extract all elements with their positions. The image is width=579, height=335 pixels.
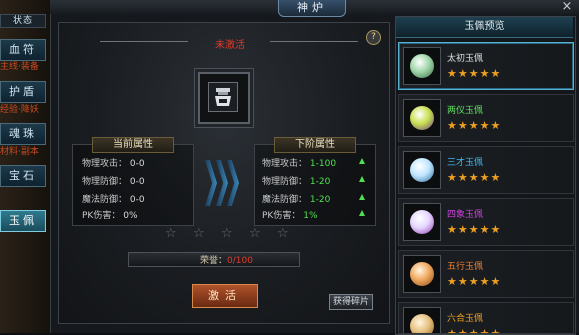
current-stat-row: 魔法防御： 0-0 — [82, 192, 145, 205]
pendant-name: 太初玉佩 — [447, 54, 484, 64]
pendant-item[interactable]: 六合玉佩 ★★★★★ — [398, 302, 574, 334]
window-title: 神炉 — [278, 0, 346, 17]
divider-left — [100, 41, 188, 42]
honor-value: 0/100 — [227, 256, 253, 266]
get-fragments-button[interactable]: 获得碎片 — [329, 294, 373, 310]
pendant-icon — [410, 106, 434, 130]
current-stat-row: PK伤害： 0% — [82, 208, 138, 221]
pendant-icon-frame — [403, 203, 441, 241]
honor-label: 荣誉： — [200, 256, 228, 266]
next-stat-row: PK伤害： 1% — [262, 208, 318, 221]
pendant-item[interactable]: 三才玉佩 ★★★★★ — [398, 146, 574, 194]
current-stats-title: 当前属性 — [92, 137, 174, 153]
stat-value: 0% — [123, 211, 138, 221]
activate-button[interactable]: 激活 — [192, 284, 258, 308]
pendant-stars: ★★★★★ — [447, 67, 502, 80]
pendant-icon-frame — [403, 255, 441, 293]
next-stats-title: 下阶属性 — [274, 137, 356, 153]
star-icon: ☆ — [193, 226, 205, 241]
stat-value: 1-20 — [309, 177, 331, 187]
pendant-stars: ★★★★★ — [447, 171, 502, 184]
pendant-icon — [410, 54, 434, 78]
pendant-item[interactable]: 太初玉佩 ★★★★★ — [398, 42, 574, 90]
next-stat-row: 魔法防御： 1-20 — [262, 192, 330, 205]
side-note-1: 主线·装备 — [0, 62, 39, 72]
increase-arrow-icon — [359, 176, 365, 182]
close-button[interactable]: × — [558, 0, 576, 14]
stat-value: 0-0 — [129, 159, 145, 169]
pendant-slot-icon — [208, 82, 238, 112]
side-note-3: 材料·副本 — [0, 147, 39, 157]
next-stat-row: 物理防御： 1-20 — [262, 174, 330, 187]
tab-jade-pendant[interactable]: 玉佩 — [0, 210, 46, 232]
stat-label: 魔法防御： — [262, 195, 308, 205]
next-stat-row: 物理攻击： 1-100 — [262, 156, 336, 169]
divider-right — [270, 41, 358, 42]
tab-soul-bead[interactable]: 魂珠 — [0, 123, 46, 145]
pendant-icon-frame — [403, 99, 441, 137]
increase-arrow-icon — [359, 210, 365, 216]
pendant-icon — [410, 158, 434, 182]
tab-gem[interactable]: 宝石 — [0, 165, 46, 187]
star-icon: ☆ — [249, 226, 261, 241]
side-note-2: 经验·降妖 — [0, 105, 39, 115]
pendant-icon — [410, 262, 434, 286]
pendant-stars: ★★★★★ — [447, 275, 502, 288]
star-icon: ☆ — [165, 226, 177, 241]
pendant-item[interactable]: 四象玉佩 ★★★★★ — [398, 198, 574, 246]
activation-status: 未激活 — [215, 40, 245, 51]
stat-label: 物理攻击： — [82, 159, 128, 169]
stat-value: 1% — [303, 211, 318, 221]
status-tab[interactable]: 状态 — [0, 14, 46, 28]
stat-value: 1-20 — [309, 195, 331, 205]
increase-arrow-icon — [359, 158, 365, 164]
pendant-icon — [410, 314, 434, 333]
stat-value: 0-0 — [129, 195, 145, 205]
stat-label: 物理攻击： — [262, 159, 308, 169]
tab-shield[interactable]: 护盾 — [0, 81, 46, 103]
pendant-stars: ★★★★★ — [447, 119, 502, 132]
stat-label: PK伤害： — [262, 211, 301, 221]
stat-label: 物理防御： — [262, 177, 308, 187]
pendant-icon-frame — [403, 47, 441, 85]
help-icon[interactable]: ? — [366, 30, 381, 45]
honor-text: 荣誉：0/100 — [200, 253, 253, 266]
pendant-name: 三才玉佩 — [447, 158, 484, 168]
pendant-icon-frame — [403, 151, 441, 189]
stat-label: PK伤害： — [82, 211, 121, 221]
pendant-name: 两仪玉佩 — [447, 106, 484, 116]
pendant-item[interactable]: 五行玉佩 ★★★★★ — [398, 250, 574, 298]
stat-label: 物理防御： — [82, 177, 128, 187]
star-icon: ☆ — [277, 226, 289, 241]
current-stat-row: 物理攻击： 0-0 — [82, 156, 145, 169]
current-stat-row: 物理防御： 0-0 — [82, 174, 145, 187]
pendant-name: 五行玉佩 — [447, 262, 484, 272]
tab-blood-charm[interactable]: 血符 — [0, 39, 46, 61]
preview-title: 玉佩预览 — [396, 17, 573, 38]
stat-label: 魔法防御： — [82, 195, 128, 205]
pendant-stars: ★★★★★ — [447, 223, 502, 236]
pendant-name: 四象玉佩 — [447, 210, 484, 220]
pendant-name: 六合玉佩 — [447, 314, 484, 324]
stat-value: 0-0 — [129, 177, 145, 187]
increase-arrow-icon — [359, 194, 365, 200]
pendant-icon — [410, 210, 434, 234]
star-icon: ☆ — [221, 226, 233, 241]
pendant-item[interactable]: 两仪玉佩 ★★★★★ — [398, 94, 574, 142]
pendant-icon-frame — [403, 307, 441, 333]
stat-value: 1-100 — [309, 159, 337, 169]
